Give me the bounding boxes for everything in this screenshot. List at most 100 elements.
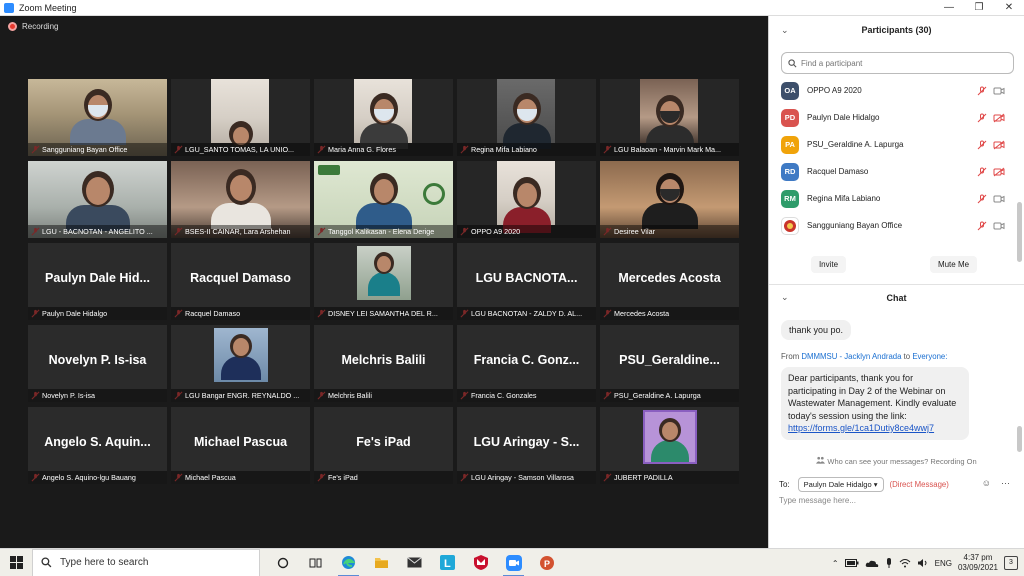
- participants-scrollbar[interactable]: [1017, 202, 1022, 262]
- close-button[interactable]: ✕: [994, 0, 1024, 16]
- video-tile[interactable]: Sangguniang Bayan Office: [28, 79, 167, 156]
- video-tile[interactable]: LGU - BACNOTAN - ANGELITO ...: [28, 161, 167, 238]
- launcher-l-icon[interactable]: L: [431, 549, 464, 576]
- mic-muted-icon[interactable]: [977, 167, 987, 177]
- participant-row[interactable]: Sangguniang Bayan Office: [769, 212, 1019, 239]
- video-off-icon[interactable]: [993, 140, 1005, 150]
- tile-label: LGU BACNOTAN - ZALDY D. AL...: [457, 307, 596, 320]
- mute-me-button[interactable]: Mute Me: [929, 256, 978, 273]
- recipient-select[interactable]: Paulyn Dale Hidalgo ▾: [797, 477, 884, 492]
- notification-center-icon[interactable]: 3: [1004, 556, 1018, 570]
- chat-scrollbar[interactable]: [1017, 426, 1022, 452]
- participant-search[interactable]: [781, 52, 1014, 74]
- video-tile[interactable]: LGU Balaoan - Marvin Mark Ma...: [600, 79, 739, 156]
- participant-row[interactable]: RD Racquel Damaso: [769, 158, 1019, 185]
- video-tile[interactable]: LGU BACNOTA... LGU BACNOTAN - ZALDY D. A…: [457, 243, 596, 320]
- video-tile[interactable]: Fe's iPad Fe's iPad: [314, 407, 453, 484]
- windows-start-button[interactable]: [0, 549, 32, 576]
- chat-input[interactable]: Type message here...: [779, 496, 856, 505]
- onedrive-icon[interactable]: [865, 559, 879, 568]
- recording-indicator[interactable]: Recording: [8, 22, 58, 31]
- video-off-icon[interactable]: [993, 113, 1005, 123]
- microphone-icon[interactable]: [885, 557, 893, 569]
- participant-name: Francia C. Gonz...: [473, 353, 580, 367]
- title-bar: Zoom Meeting — ❐ ✕: [0, 0, 1024, 16]
- who-can-see-notice[interactable]: Who can see your messages? Recording On: [769, 456, 1024, 466]
- video-tile[interactable]: LGU_SANTO TOMAS, LA UNIO...: [171, 79, 310, 156]
- participant-name: Novelyn P. Is-isa: [48, 353, 147, 367]
- zoom-app-taskbar-icon[interactable]: [497, 549, 530, 576]
- video-camera-icon[interactable]: [993, 221, 1005, 231]
- video-tile[interactable]: Mercedes Acosta Mercedes Acosta: [600, 243, 739, 320]
- participants-title: Participants (30): [861, 25, 932, 35]
- message-sender-line: From DMMMSU - Jacklyn Andrada to Everyon…: [781, 352, 947, 361]
- video-tile[interactable]: Novelyn P. Is-isa Novelyn P. Is-isa: [28, 325, 167, 402]
- video-tile[interactable]: Francia C. Gonz... Francia C. Gonzales: [457, 325, 596, 402]
- tile-label: Paulyn Dale Hidalgo: [28, 307, 167, 320]
- participant-row[interactable]: PA PSU_Geraldine A. Lapurga: [769, 131, 1019, 158]
- invite-button[interactable]: Invite: [810, 256, 847, 273]
- video-tile[interactable]: Maria Anna G. Flores: [314, 79, 453, 156]
- video-tile[interactable]: Tanggol Kalikasan - Elena Derige: [314, 161, 453, 238]
- people-icon: [816, 456, 826, 464]
- video-tile[interactable]: Paulyn Dale Hid... Paulyn Dale Hidalgo: [28, 243, 167, 320]
- tile-label: LGU Balaoan - Marvin Mark Ma...: [600, 143, 739, 156]
- video-tile[interactable]: DISNEY LEI SAMANTHA DEL R...: [314, 243, 453, 320]
- mic-muted-icon[interactable]: [977, 221, 987, 231]
- participant-list: OA OPPO A9 2020 PD Paulyn Dale Hidalgo P…: [769, 77, 1019, 239]
- video-tile[interactable]: PSU_Geraldine... PSU_Geraldine A. Lapurg…: [600, 325, 739, 402]
- video-tile[interactable]: Angelo S. Aquin... Angelo S. Aquino-lgu …: [28, 407, 167, 484]
- emoji-icon[interactable]: ☺: [982, 478, 991, 489]
- tile-label: Desiree Vilar: [600, 225, 739, 238]
- show-hidden-icons-icon[interactable]: ⌃: [832, 559, 839, 568]
- video-gallery: Recording Sangguniang Bayan Office LGU_S…: [0, 16, 768, 548]
- video-off-icon[interactable]: [993, 167, 1005, 177]
- clock[interactable]: 4:37 pm 03/09/2021: [958, 553, 998, 573]
- video-tile[interactable]: BSES-II CAINAR, Lara Arshehan: [171, 161, 310, 238]
- evaluation-link[interactable]: https://forms.gle/1ca1Dutiy8ce4wwj7: [788, 423, 934, 433]
- mic-muted-icon[interactable]: [977, 113, 987, 123]
- cortana-icon[interactable]: [266, 549, 299, 576]
- mail-icon[interactable]: [398, 549, 431, 576]
- mic-muted-icon[interactable]: [977, 86, 987, 96]
- panel-divider: [769, 284, 1024, 285]
- taskbar-search[interactable]: Type here to search: [32, 548, 260, 576]
- sender-name[interactable]: DMMMSU - Jacklyn Andrada: [801, 352, 901, 361]
- video-tile[interactable]: Michael Pascua Michael Pascua: [171, 407, 310, 484]
- video-tile[interactable]: LGU Aringay - S... LGU Aringay - Samson …: [457, 407, 596, 484]
- maximize-button[interactable]: ❐: [964, 0, 994, 16]
- video-tile[interactable]: JUBERT PADILLA: [600, 407, 739, 484]
- video-tile[interactable]: OPPO A9 2020: [457, 161, 596, 238]
- participant-row[interactable]: PD Paulyn Dale Hidalgo: [769, 104, 1019, 131]
- volume-icon[interactable]: [917, 558, 929, 568]
- participant-name: Melchris Balili: [341, 353, 426, 367]
- video-camera-icon[interactable]: [993, 86, 1005, 96]
- video-tile[interactable]: LGU Bangar ENGR. REYNALDO ...: [171, 325, 310, 402]
- edge-browser-icon[interactable]: [332, 549, 365, 576]
- mic-muted-icon[interactable]: [977, 194, 987, 204]
- video-camera-icon[interactable]: [993, 194, 1005, 204]
- mic-muted-icon[interactable]: [977, 140, 987, 150]
- windows-logo-icon: [9, 556, 23, 569]
- tile-label: LGU Aringay - Samson Villarosa: [457, 471, 596, 484]
- tile-label: Tanggol Kalikasan - Elena Derige: [314, 225, 453, 238]
- search-icon: [41, 557, 52, 568]
- mcafee-shield-icon[interactable]: [464, 549, 497, 576]
- battery-icon[interactable]: [844, 559, 859, 567]
- task-view-icon[interactable]: [299, 549, 332, 576]
- minimize-button[interactable]: —: [934, 0, 964, 16]
- video-tile[interactable]: Desiree Vilar: [600, 161, 739, 238]
- powerpoint-icon[interactable]: P: [530, 549, 563, 576]
- file-explorer-icon[interactable]: [365, 549, 398, 576]
- video-tile[interactable]: Melchris Balili Melchris Balili: [314, 325, 453, 402]
- wifi-icon[interactable]: [899, 558, 911, 568]
- search-input[interactable]: [801, 58, 1001, 68]
- video-tile[interactable]: Racquel Damaso Racquel Damaso: [171, 243, 310, 320]
- video-tile[interactable]: Regina Mifa Labiano: [457, 79, 596, 156]
- participant-row[interactable]: RM Regina Mifa Labiano: [769, 185, 1019, 212]
- participant-row[interactable]: OA OPPO A9 2020: [769, 77, 1019, 104]
- participants-header: ⌄ Participants (30): [769, 16, 1024, 44]
- participant-name: PSU_Geraldine...: [619, 353, 720, 367]
- language-indicator[interactable]: ENG: [935, 559, 952, 568]
- more-options-icon[interactable]: ⋯: [1001, 478, 1010, 489]
